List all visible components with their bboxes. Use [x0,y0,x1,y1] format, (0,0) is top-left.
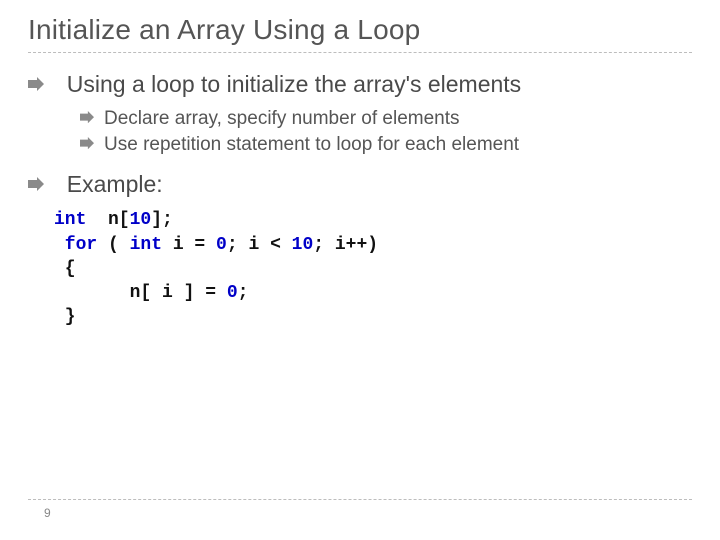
sub-bullet-text: Use repetition statement to loop for eac… [104,134,519,155]
bullet-icon [28,77,44,91]
code-text: n[ i ] = [54,283,227,303]
page-number: 9 [44,506,720,520]
code-num: 0 [216,235,227,255]
code-text: ; [238,283,249,303]
code-text: } [54,307,76,327]
slide: Initialize an Array Using a Loop Using a… [0,0,720,540]
bullet-icon [28,177,44,191]
code-text: i = [162,235,216,255]
sub-bullet-text: Declare array, specify number of element… [104,108,460,129]
sub-bullet-1: Declare array, specify number of element… [54,106,692,132]
code-kw-for: for [54,235,97,255]
code-text: ; i++) [313,235,378,255]
code-kw-int: int [130,235,162,255]
bullet-text: Using a loop to initialize the array's e… [67,71,521,97]
code-text: n[ [86,210,129,230]
code-num: 0 [227,283,238,303]
title-divider [28,52,692,53]
sub-bullet-2: Use repetition statement to loop for eac… [54,132,692,158]
bullet-text: Example: [67,171,163,197]
bullet-list: Using a loop to initialize the array's e… [28,71,692,198]
code-text: { [54,259,76,279]
code-text: ]; [151,210,173,230]
bullet-item-2: Example: [28,171,692,198]
bullet-icon [80,137,94,149]
code-text: ; i < [227,235,292,255]
code-kw-int: int [54,210,86,230]
bullet-item-1: Using a loop to initialize the array's e… [28,71,692,157]
code-num: 10 [292,235,314,255]
footer-divider [28,499,692,500]
sub-bullet-list: Declare array, specify number of element… [54,106,692,157]
code-num: 10 [130,210,152,230]
code-text: ( [97,235,129,255]
slide-title: Initialize an Array Using a Loop [28,14,692,46]
code-block: int n[10]; for ( int i = 0; i < 10; i++)… [54,208,692,329]
footer: 9 [0,499,720,520]
bullet-icon [80,111,94,123]
